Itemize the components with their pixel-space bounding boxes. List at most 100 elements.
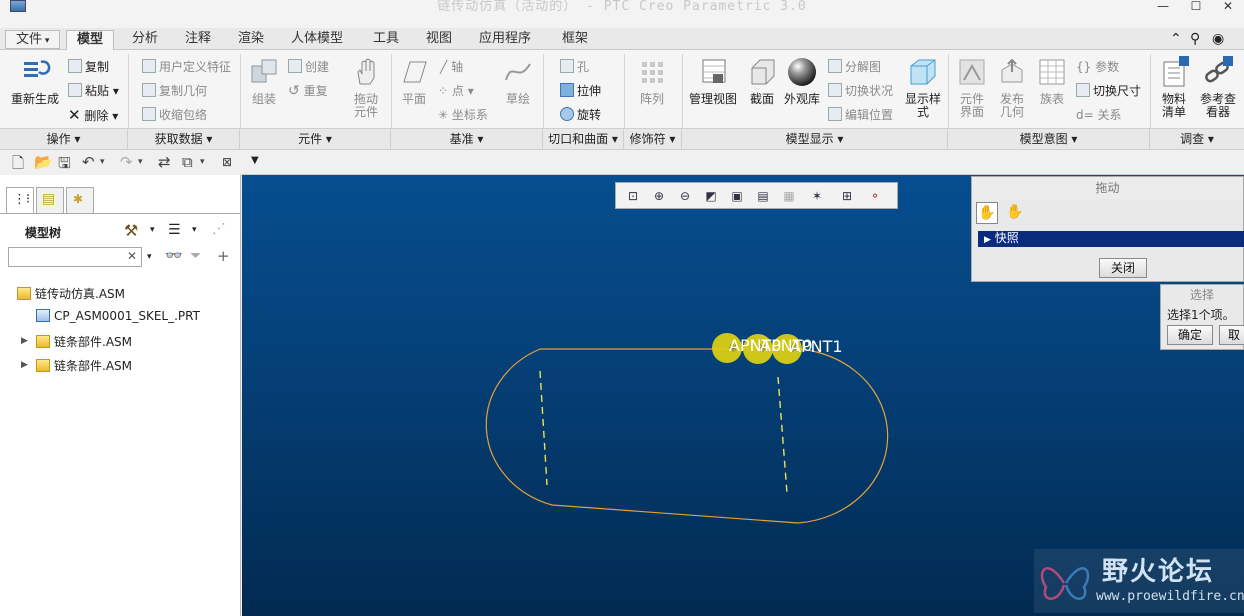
collapse-ribbon-icon[interactable]: ⌃ (1170, 31, 1182, 47)
group-component[interactable]: 元件 ▾ (240, 129, 391, 150)
clear-search-icon[interactable]: ✕ (127, 249, 137, 263)
copy-button[interactable]: 复制 (68, 58, 109, 75)
display-style-button[interactable]: 显示样 式 (902, 56, 944, 119)
shrinkwrap-button[interactable]: 收缩包络 (142, 106, 207, 123)
settings-tools-icon[interactable]: ⚒ (124, 221, 138, 240)
tab-analysis[interactable]: 分析 (122, 30, 168, 50)
close-button[interactable]: ✕ (1218, 0, 1238, 14)
regenerate-small-icon[interactable]: ⇄ (158, 153, 171, 171)
expand-icon[interactable]: ▶ (21, 336, 28, 346)
udf-button[interactable]: 用户定义特征 (142, 58, 231, 75)
bom-button[interactable]: 物料 清单 (1156, 56, 1192, 119)
search-input[interactable] (11, 249, 123, 265)
switch-dimensions-button[interactable]: 切换尺寸 (1076, 82, 1141, 99)
regenerate-button[interactable]: 重新生成 (8, 56, 62, 106)
tab-manikin[interactable]: 人体模型 (281, 30, 353, 50)
group-model-intent[interactable]: 模型意图 ▾ (948, 129, 1150, 150)
group-modifiers[interactable]: 修饰符 ▾ (624, 129, 682, 150)
filter-icon[interactable]: ⏷ (190, 248, 201, 264)
settings-dropdown-icon[interactable]: ▾ (150, 225, 155, 235)
maximize-button[interactable]: ☐ (1186, 0, 1206, 14)
show-options-icon[interactable]: ☰ (168, 222, 181, 238)
windows-dropdown-icon[interactable]: ▾ (200, 157, 205, 167)
group-investigate[interactable]: 调查 ▾ (1150, 129, 1244, 150)
exploded-view-button[interactable]: 分解图 (828, 58, 881, 75)
appearance-gallery-button[interactable]: 外观库 (782, 56, 822, 106)
delete-label: 删除 (84, 109, 109, 123)
csys-button[interactable]: ✳ 坐标系 (438, 106, 488, 123)
revolve-button[interactable]: 旋转 (560, 106, 601, 123)
tree-item-skeleton-prt[interactable]: CP_ASM0001_SKEL_.PRT (36, 309, 200, 323)
reference-viewer-button[interactable]: 参考查 看器 (1196, 56, 1240, 119)
parameters-button[interactable]: {} 参数 (1076, 58, 1119, 75)
drag-components-button[interactable]: 拖动 元件 (346, 56, 386, 119)
drag-body-button[interactable]: ✋ (1004, 202, 1026, 224)
group-model-display[interactable]: 模型显示 ▾ (682, 129, 948, 150)
component-interface-button[interactable]: 元件 界面 (954, 56, 990, 119)
assemble-button[interactable]: 组装 (244, 56, 284, 106)
drag-point-button[interactable]: ✋ (976, 202, 998, 224)
tab-model-tree[interactable]: ⋮⁝ (6, 187, 34, 214)
tab-annotate[interactable]: 注释 (175, 30, 221, 50)
redo-dropdown-icon[interactable]: ▾ (138, 157, 143, 167)
tab-applications[interactable]: 应用程序 (469, 30, 541, 50)
close-window-icon[interactable]: ⊠ (222, 155, 232, 169)
tab-framework[interactable]: 框架 (552, 30, 598, 50)
repeat-button[interactable]: ↺ 重复 (288, 82, 328, 99)
group-cut-surface[interactable]: 切口和曲面 ▾ (543, 129, 624, 150)
toggle-status-button[interactable]: 切换状况 (828, 82, 893, 99)
ok-button[interactable]: 确定 (1167, 325, 1213, 345)
tab-tools[interactable]: 工具 (363, 30, 409, 50)
publish-geometry-button[interactable]: 发布 几何 (994, 56, 1030, 119)
toolbar-dropdown-icon[interactable]: ▼ (251, 155, 259, 166)
tab-model[interactable]: 模型 (66, 30, 115, 50)
extrude-button[interactable]: 拉伸 (560, 82, 601, 99)
add-icon[interactable]: + (217, 247, 230, 265)
relations-button[interactable]: d= 关系 (1076, 106, 1122, 123)
group-datum[interactable]: 基准 ▾ (391, 129, 543, 150)
tab-folder-browser[interactable]: ▤ (36, 187, 64, 214)
help-icon[interactable]: ◉ (1212, 31, 1224, 47)
cancel-button[interactable]: 取 (1219, 325, 1244, 345)
tree-item-chain-asm-1[interactable]: 链条部件.ASM (36, 333, 132, 350)
tree-item-root-asm[interactable]: 链传动仿真.ASM (17, 285, 125, 302)
redo-icon[interactable]: ↷ (120, 153, 133, 171)
section-button[interactable]: 截面 (744, 56, 780, 106)
relations-icon: d= (1076, 108, 1094, 122)
undo-dropdown-icon[interactable]: ▾ (100, 157, 105, 167)
group-operations[interactable]: 操作 ▾ (0, 129, 128, 150)
create-button[interactable]: 创建 (288, 58, 329, 75)
search-dropdown-icon[interactable]: ▾ (147, 252, 152, 262)
edit-position-button[interactable]: 编辑位置 (828, 106, 893, 123)
expand-icon[interactable]: ▶ (21, 360, 28, 370)
tab-view[interactable]: 视图 (416, 30, 462, 50)
snapshots-section[interactable]: ▶ 快照 (978, 231, 1244, 247)
axis-button[interactable]: ╱ 轴 (440, 58, 463, 75)
search-icon[interactable]: ⚲ (1190, 31, 1200, 47)
title-bar: 链传动仿真（活动的） - PTC Creo Parametric 3.0 — ☐… (0, 0, 1244, 28)
family-table-button[interactable]: 族表 (1034, 56, 1070, 106)
undo-icon[interactable]: ↶ (82, 153, 95, 171)
open-folder-icon[interactable]: 📂 (34, 153, 53, 171)
sketch-button[interactable]: 草绘 (500, 56, 536, 106)
group-get-data[interactable]: 获取数据 ▾ (128, 129, 240, 150)
close-dialog-button[interactable]: 关闭 (1099, 258, 1147, 278)
binoculars-icon[interactable]: 👓 (165, 248, 182, 264)
filter-tree-icon[interactable]: ⋰ (212, 221, 226, 237)
hole-button[interactable]: 孔 (560, 58, 589, 75)
point-button[interactable]: ⁘ 点 ▾ (438, 82, 474, 99)
show-dropdown-icon[interactable]: ▾ (192, 225, 197, 235)
windows-icon[interactable]: ⧉ (182, 153, 193, 171)
pattern-button[interactable]: 阵列 (634, 56, 670, 106)
tab-file[interactable]: 文件 ▾ (5, 30, 61, 49)
plane-button[interactable]: 平面 (396, 56, 432, 106)
delete-button[interactable]: ✕ 删除 ▾ (68, 106, 118, 124)
tree-item-chain-asm-2[interactable]: 链条部件.ASM (36, 357, 132, 374)
copy-geometry-button[interactable]: 复制几何 (142, 82, 207, 99)
tab-render[interactable]: 渲染 (228, 30, 274, 50)
select-dialog-title: 选择 (1189, 288, 1214, 302)
minimize-button[interactable]: — (1153, 0, 1173, 14)
manage-views-button[interactable]: 管理视图 (686, 56, 740, 106)
paste-button[interactable]: 粘贴 ▾ (68, 82, 119, 99)
tab-favorites[interactable]: ✱ (66, 187, 94, 214)
